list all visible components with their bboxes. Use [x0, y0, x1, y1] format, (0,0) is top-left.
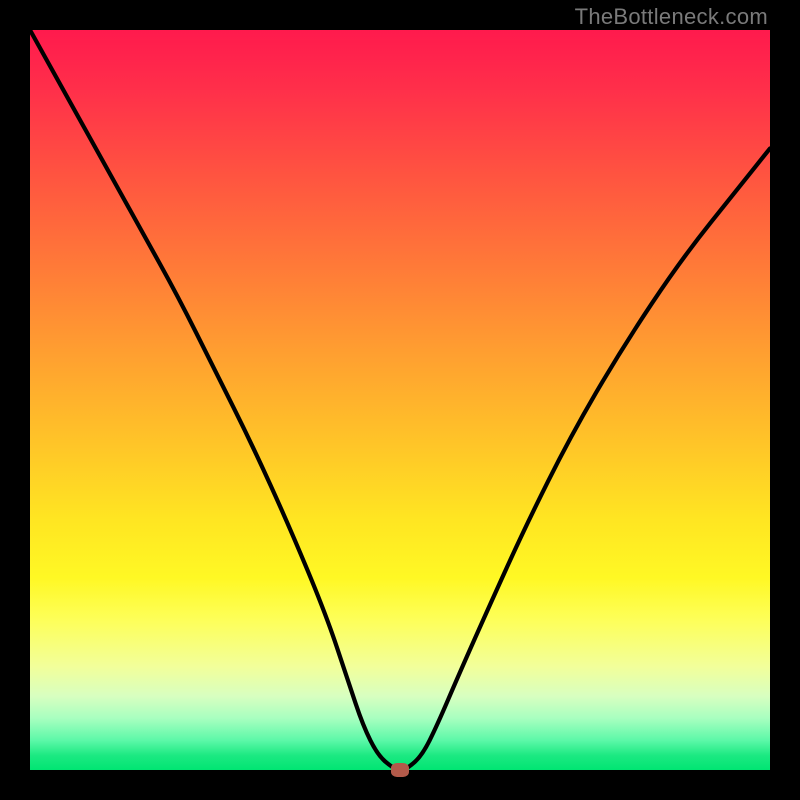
optimum-marker	[391, 763, 409, 777]
watermark-text: TheBottleneck.com	[575, 4, 768, 30]
bottleneck-curve	[30, 30, 770, 770]
plot-area	[30, 30, 770, 770]
chart-frame: TheBottleneck.com	[0, 0, 800, 800]
